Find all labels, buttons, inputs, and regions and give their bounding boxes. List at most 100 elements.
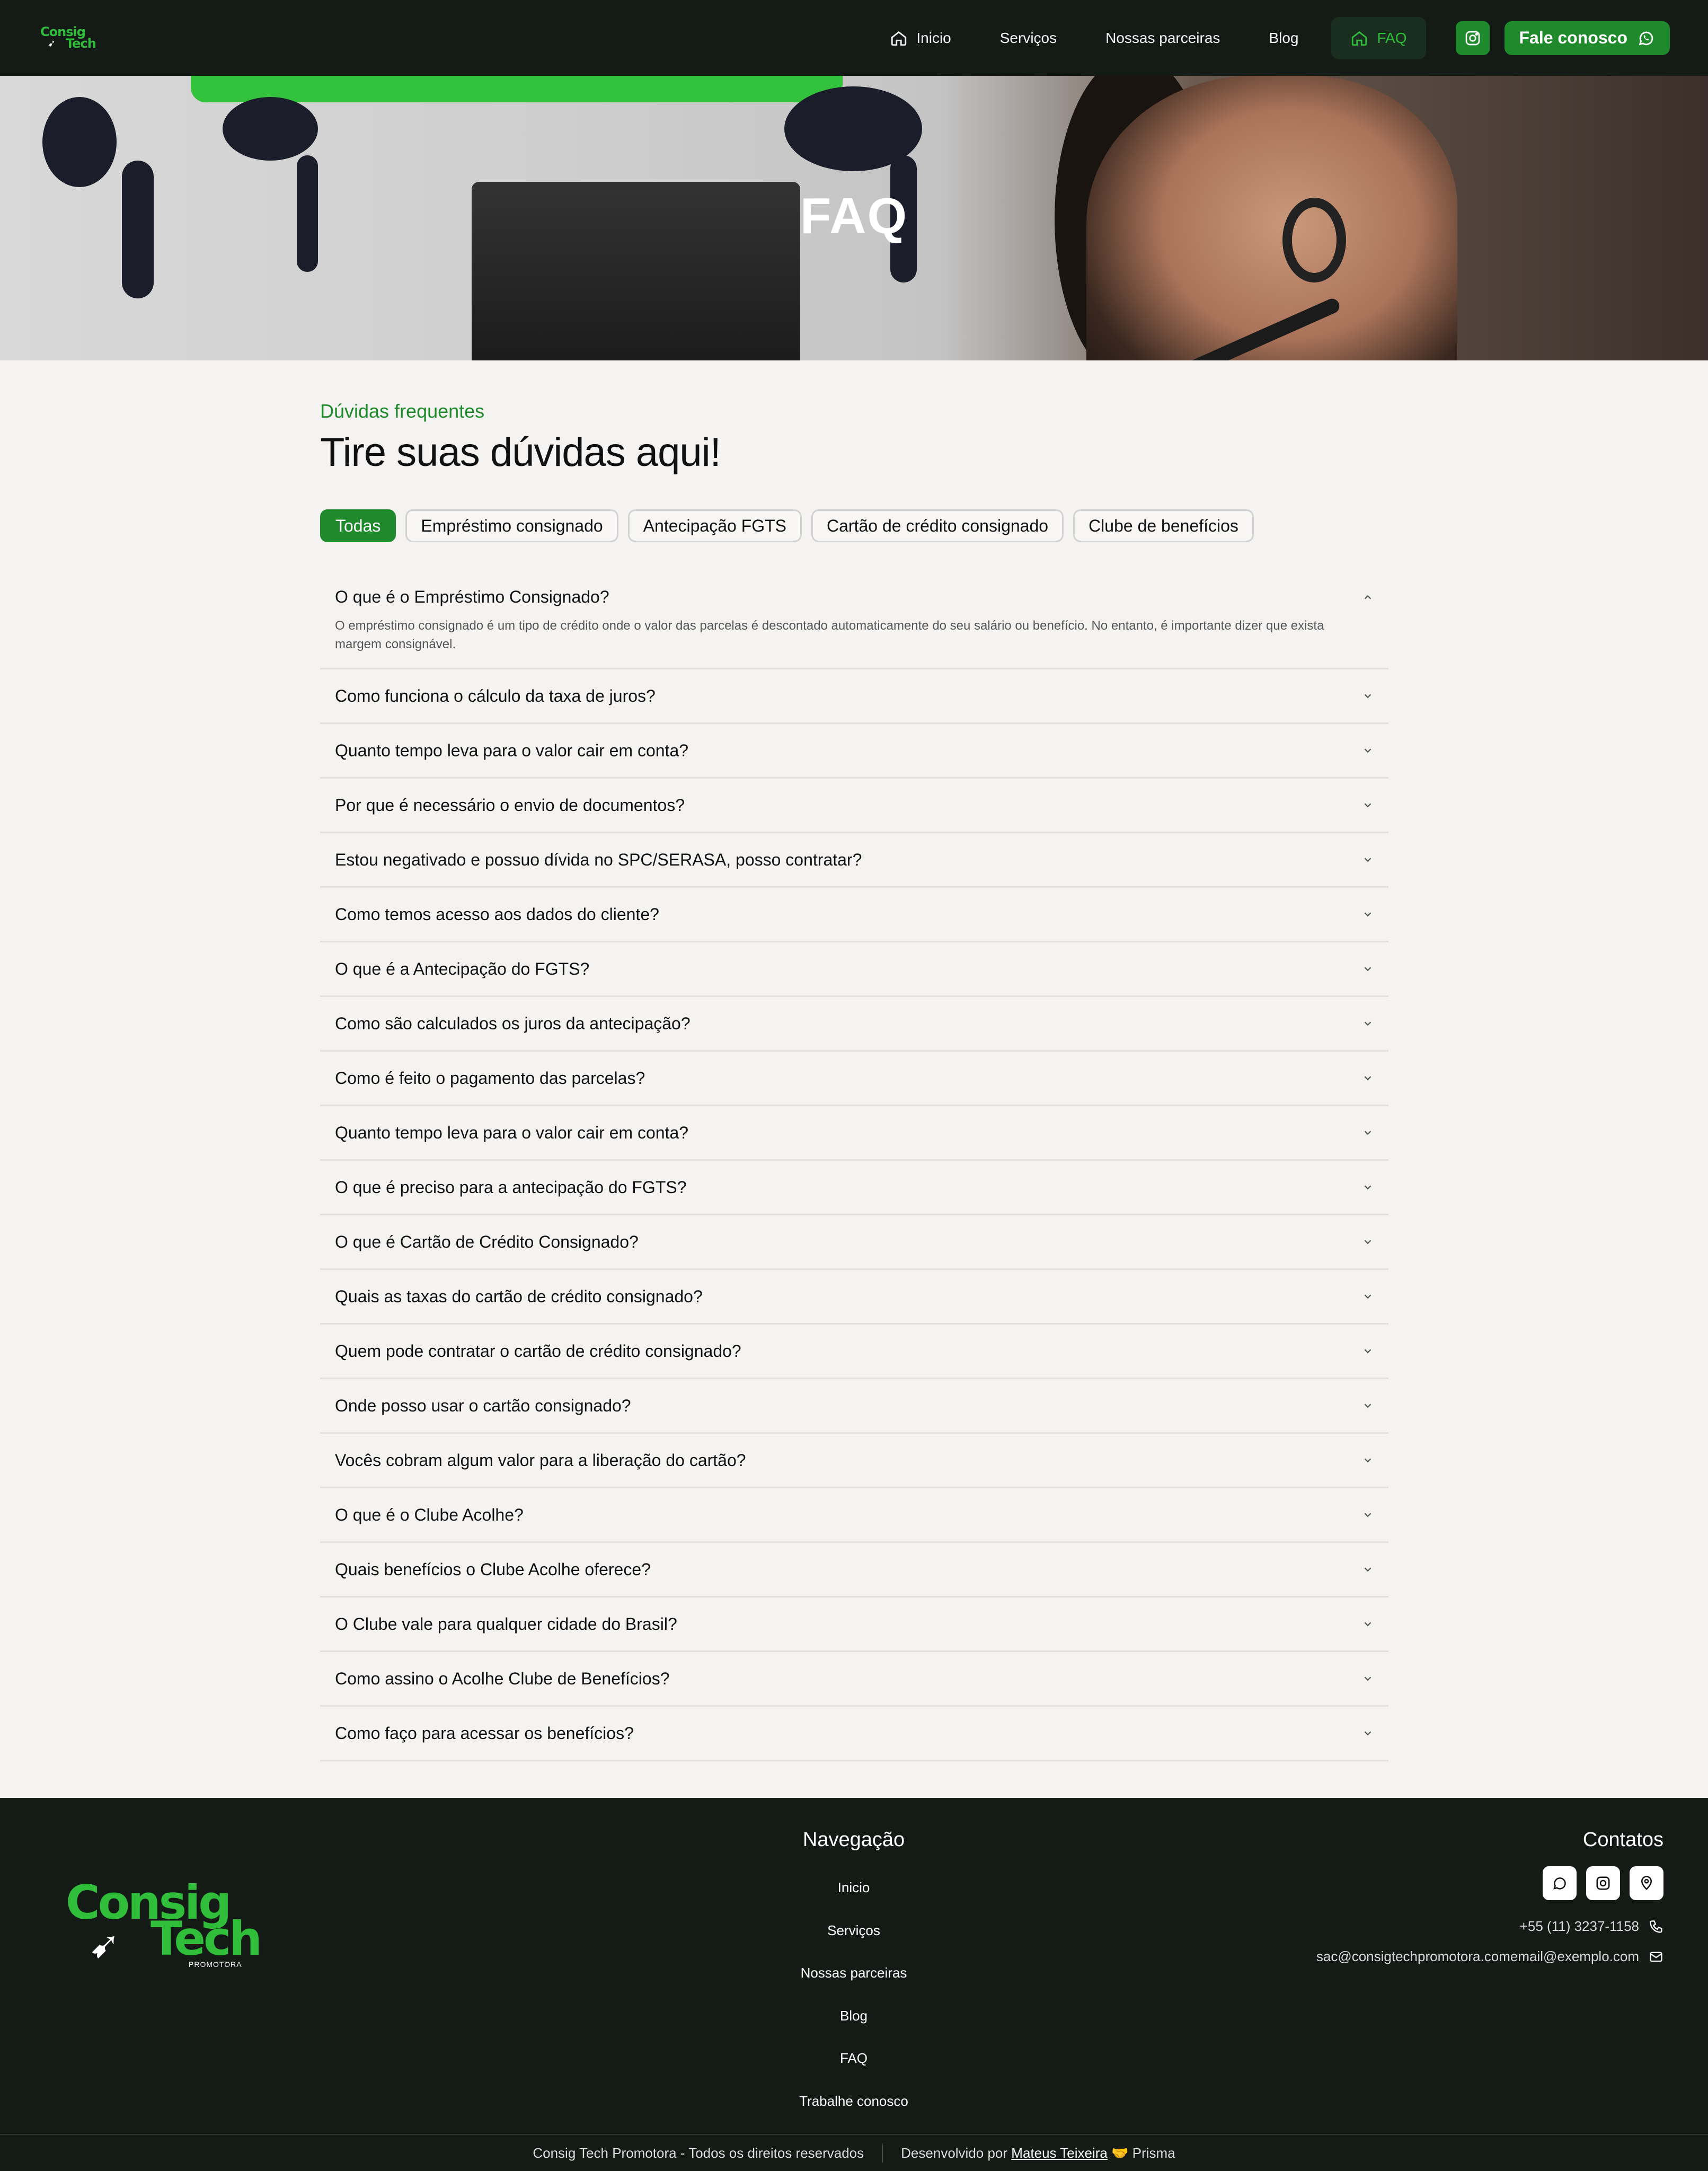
faq-item[interactable]: O que é preciso para a antecipação do FG… bbox=[320, 1161, 1388, 1215]
nav-item-blog[interactable]: Blog bbox=[1244, 17, 1323, 59]
brand-logo[interactable]: Consig ➹ Tech bbox=[40, 24, 99, 52]
chevron-down-icon[interactable] bbox=[1362, 1072, 1374, 1084]
filter-chip-cartao[interactable]: Cartão de crédito consignado bbox=[811, 509, 1064, 542]
faq-item[interactable]: Onde posso usar o cartão consignado? bbox=[320, 1379, 1388, 1434]
section-eyebrow: Dúvidas frequentes bbox=[320, 400, 485, 422]
chevron-down-icon[interactable] bbox=[1362, 799, 1374, 811]
nav-item-label: FAQ bbox=[1377, 29, 1407, 46]
chevron-down-icon[interactable] bbox=[1362, 1181, 1374, 1193]
faq-question: Vocês cobram algum valor para a liberaçã… bbox=[335, 1450, 746, 1470]
chevron-down-icon[interactable] bbox=[1362, 1509, 1374, 1521]
chevron-down-icon[interactable] bbox=[1362, 1400, 1374, 1411]
chevron-down-icon[interactable] bbox=[1362, 1345, 1374, 1357]
footer-link-faq[interactable]: FAQ bbox=[721, 2037, 986, 2080]
faq-question: Como são calculados os juros da antecipa… bbox=[335, 1013, 691, 1033]
home-icon bbox=[1352, 31, 1367, 46]
faq-question: Quanto tempo leva para o valor cair em c… bbox=[335, 740, 689, 760]
email-address: sac@consigtechpromotora.comemail@exemplo… bbox=[1316, 1948, 1639, 1964]
faq-item[interactable]: O que é Cartão de Crédito Consignado? bbox=[320, 1215, 1388, 1270]
faq-item[interactable]: Como são calculados os juros da antecipa… bbox=[320, 997, 1388, 1052]
footer-link-servicos[interactable]: Serviços bbox=[721, 1909, 986, 1952]
chevron-up-icon[interactable] bbox=[1362, 592, 1374, 603]
logo-subtitle: PROMOTORA bbox=[189, 1960, 242, 1969]
faq-item[interactable]: Quanto tempo leva para o valor cair em c… bbox=[320, 724, 1388, 779]
footer-link-trabalhe-conosco[interactable]: Trabalhe conosco bbox=[721, 2080, 986, 2123]
footer-link-blog[interactable]: Blog bbox=[721, 1995, 986, 2037]
nav-item-inicio[interactable]: Inicio bbox=[865, 17, 975, 59]
filter-chip-fgts[interactable]: Antecipação FGTS bbox=[627, 509, 802, 542]
footer-logo[interactable]: Consig ➹ Tech PROMOTORA bbox=[66, 1879, 262, 1970]
chevron-down-icon[interactable] bbox=[1362, 908, 1374, 920]
faq-item[interactable]: O que é o Clube Acolhe? bbox=[320, 1488, 1388, 1543]
section-heading: Tire suas dúvidas aqui! bbox=[320, 430, 721, 475]
faq-question: Como funciona o cálculo da taxa de juros… bbox=[335, 686, 656, 705]
chevron-down-icon[interactable] bbox=[1362, 1127, 1374, 1139]
faq-item[interactable]: O que é o Empréstimo Consignado? O empré… bbox=[320, 572, 1388, 669]
handshake-icon: 🤝 bbox=[1111, 2144, 1129, 2161]
whatsapp-button[interactable] bbox=[1543, 1866, 1577, 1900]
faq-question: Como assino o Acolhe Clube de Benefícios… bbox=[335, 1669, 670, 1688]
contact-email[interactable]: sac@consigtechpromotora.comemail@exemplo… bbox=[1316, 1948, 1663, 1965]
instagram-icon bbox=[1596, 1876, 1610, 1890]
instagram-button[interactable] bbox=[1455, 21, 1490, 55]
chevron-down-icon[interactable] bbox=[1362, 854, 1374, 866]
filter-chip-emprestimo[interactable]: Empréstimo consignado bbox=[405, 509, 618, 542]
faq-question: Quanto tempo leva para o valor cair em c… bbox=[335, 1123, 689, 1142]
filter-chip-clube[interactable]: Clube de benefícios bbox=[1073, 509, 1254, 542]
contact-phone[interactable]: +55 (11) 3237-1158 bbox=[1316, 1918, 1663, 1935]
hero-green-sign bbox=[191, 76, 843, 102]
faq-question: Onde posso usar o cartão consignado? bbox=[335, 1396, 631, 1415]
faq-item[interactable]: Quais as taxas do cartão de crédito cons… bbox=[320, 1270, 1388, 1325]
nav-item-faq[interactable]: FAQ bbox=[1331, 16, 1426, 59]
faq-item[interactable]: Por que é necessário o envio de document… bbox=[320, 779, 1388, 833]
instagram-button[interactable] bbox=[1586, 1866, 1620, 1900]
chevron-down-icon[interactable] bbox=[1362, 1727, 1374, 1739]
faq-item[interactable]: O que é a Antecipação do FGTS? bbox=[320, 942, 1388, 997]
nav-item-label: Nossas parceiras bbox=[1105, 29, 1220, 46]
chevron-down-icon[interactable] bbox=[1362, 1018, 1374, 1029]
faq-item[interactable]: Quanto tempo leva para o valor cair em c… bbox=[320, 1106, 1388, 1161]
nav-item-label: Blog bbox=[1269, 29, 1299, 46]
chevron-down-icon[interactable] bbox=[1362, 745, 1374, 756]
developer-link[interactable]: Mateus Teixeira bbox=[1011, 2145, 1108, 2161]
fale-conosco-button[interactable]: Fale conosco bbox=[1504, 21, 1670, 55]
faq-question: O que é a Antecipação do FGTS? bbox=[335, 959, 590, 978]
site-footer: Consig ➹ Tech PROMOTORA Navegação Inicio… bbox=[0, 1798, 1708, 2171]
faq-question: O que é Cartão de Crédito Consignado? bbox=[335, 1232, 639, 1251]
chevron-down-icon[interactable] bbox=[1362, 690, 1374, 702]
cta-label: Fale conosco bbox=[1519, 28, 1628, 47]
faq-item[interactable]: Quem pode contratar o cartão de crédito … bbox=[320, 1325, 1388, 1379]
nav-item-servicos[interactable]: Serviços bbox=[976, 17, 1081, 59]
chevron-down-icon[interactable] bbox=[1362, 1673, 1374, 1684]
chevron-down-icon[interactable] bbox=[1362, 1291, 1374, 1302]
faq-item[interactable]: Como temos acesso aos dados do cliente? bbox=[320, 888, 1388, 942]
whatsapp-icon bbox=[1553, 1877, 1566, 1890]
chevron-down-icon[interactable] bbox=[1362, 1564, 1374, 1575]
footer-link-inicio[interactable]: Inicio bbox=[721, 1866, 986, 1909]
chevron-down-icon[interactable] bbox=[1362, 1236, 1374, 1248]
chevron-down-icon[interactable] bbox=[1362, 963, 1374, 975]
faq-item[interactable]: Como funciona o cálculo da taxa de juros… bbox=[320, 669, 1388, 724]
faq-item[interactable]: Como é feito o pagamento das parcelas? bbox=[320, 1052, 1388, 1106]
faq-item[interactable]: Como faço para acessar os benefícios? bbox=[320, 1707, 1388, 1761]
faq-item[interactable]: Estou negativado e possuo dívida no SPC/… bbox=[320, 833, 1388, 888]
developer-credit: Desenvolvido por Mateus Teixeira 🤝 Prism… bbox=[901, 2145, 1175, 2161]
faq-item[interactable]: Como assino o Acolhe Clube de Benefícios… bbox=[320, 1652, 1388, 1707]
faq-item[interactable]: Vocês cobram algum valor para a liberaçã… bbox=[320, 1434, 1388, 1488]
faq-question: O que é o Clube Acolhe? bbox=[335, 1505, 524, 1524]
rocket-icon: ➹ bbox=[89, 1924, 120, 1965]
location-button[interactable] bbox=[1630, 1866, 1663, 1900]
chevron-down-icon[interactable] bbox=[1362, 1454, 1374, 1466]
phone-number: +55 (11) 3237-1158 bbox=[1519, 1918, 1639, 1934]
filter-chip-todas[interactable]: Todas bbox=[320, 509, 396, 542]
faq-accordion: O que é o Empréstimo Consignado? O empré… bbox=[320, 572, 1388, 1761]
faq-item[interactable]: Quais benefícios o Clube Acolhe oferece? bbox=[320, 1543, 1388, 1598]
footer-link-parceiras[interactable]: Nossas parceiras bbox=[721, 1952, 986, 1995]
nav-item-parceiras[interactable]: Nossas parceiras bbox=[1081, 17, 1244, 59]
faq-filter-tabs: Todas Empréstimo consignado Antecipação … bbox=[320, 509, 1254, 542]
faq-question: Quem pode contratar o cartão de crédito … bbox=[335, 1341, 741, 1361]
faq-question: Quais benefícios o Clube Acolhe oferece? bbox=[335, 1559, 651, 1579]
chevron-down-icon[interactable] bbox=[1362, 1618, 1374, 1630]
faq-item[interactable]: O Clube vale para qualquer cidade do Bra… bbox=[320, 1598, 1388, 1652]
dev-prefix: Desenvolvido por bbox=[901, 2144, 1008, 2161]
